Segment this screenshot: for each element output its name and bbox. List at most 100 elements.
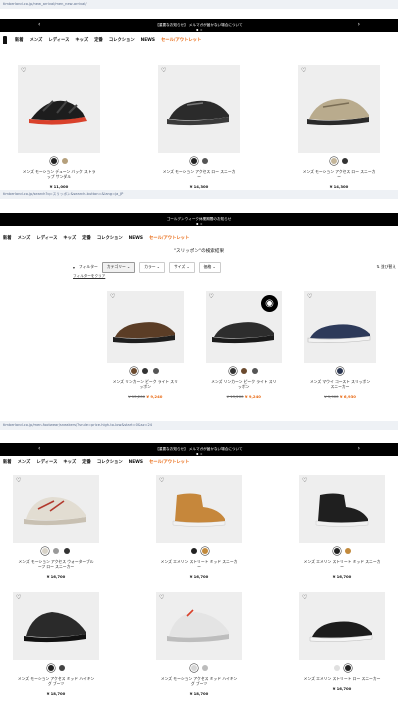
nav-item-men[interactable]: メンズ — [18, 459, 31, 465]
product-image[interactable]: ♡ — [13, 475, 99, 543]
nav-item-news[interactable]: NEWS — [129, 236, 143, 241]
product-name[interactable]: メンズ マウイ コースト スリッポン スニーカー — [304, 379, 376, 389]
color-swatch[interactable] — [333, 665, 340, 671]
chevron-right-icon[interactable]: › — [358, 445, 360, 452]
color-swatch[interactable] — [341, 158, 348, 164]
color-swatch[interactable] — [58, 665, 65, 671]
color-swatch[interactable] — [142, 368, 149, 374]
nav-item-new[interactable]: 新着 — [3, 459, 12, 465]
nav-item-women[interactable]: レディース — [36, 459, 57, 465]
color-swatch[interactable] — [131, 368, 138, 374]
filter-category[interactable]: カテゴリー ⌄ — [101, 261, 136, 273]
color-swatch[interactable] — [201, 665, 208, 671]
color-swatch[interactable] — [64, 548, 70, 554]
product-card[interactable]: ♡ メンズ モーション アクセス ロー スニーカー ¥ 14,300 — [298, 65, 380, 189]
color-swatch[interactable] — [337, 368, 343, 374]
nav-item-men[interactable]: メンズ — [18, 235, 31, 241]
wishlist-heart-icon[interactable]: ♡ — [21, 68, 26, 74]
address-bar[interactable]: timberland.co.jp/men-footwear/sneakers/?… — [0, 421, 398, 430]
filter-color[interactable]: カラー ⌄ — [139, 261, 165, 273]
product-card[interactable]: ♡ メンズ エメリン ストリート ミッド スニーカー ¥ 16,700 — [156, 475, 242, 579]
timberland-logo-icon[interactable] — [3, 36, 7, 44]
filter-price[interactable]: 価格 ⌄ — [198, 261, 221, 273]
wishlist-heart-icon[interactable]: ♡ — [110, 294, 115, 300]
nav-item-collection[interactable]: コレクション — [97, 235, 123, 241]
color-swatch[interactable] — [42, 548, 48, 554]
color-swatch[interactable] — [229, 368, 236, 374]
nav-item-news[interactable]: NEWS — [141, 38, 155, 43]
chevron-right-icon[interactable]: › — [358, 21, 360, 28]
nav-item-sale[interactable]: セール/アウトレット — [161, 37, 201, 43]
product-card[interactable]: ♡ ◉ メンズ リンカーン ピーク ライト スリッポン ¥ 13,200 ¥ 9… — [205, 291, 283, 399]
banner-text[interactable]: 【重要なお知らせ】 メルマガが届かない場合について — [155, 23, 242, 28]
product-name[interactable]: メンズ モーション アクセス ロー スニーカー — [158, 169, 240, 179]
product-image[interactable]: ♡ — [18, 65, 100, 153]
nav-item-women[interactable]: レディース — [48, 37, 69, 43]
nav-item-collection[interactable]: コレクション — [97, 459, 123, 465]
product-name[interactable]: メンズ エメリン ストリート ミッド スニーカー — [156, 559, 242, 569]
color-swatch[interactable] — [201, 548, 208, 554]
color-swatch[interactable] — [47, 665, 54, 671]
announcement-banner[interactable]: ‹ 【重要なお知らせ】 メルマガが届かない場合について › — [0, 19, 398, 32]
product-card[interactable]: ♡ メンズ モーション アクセス ロー スニーカー ¥ 14,300 — [158, 65, 240, 189]
nav-item-men[interactable]: メンズ — [30, 37, 43, 43]
product-image[interactable]: ♡ — [156, 592, 242, 660]
product-image[interactable]: ♡ — [299, 475, 385, 543]
wishlist-heart-icon[interactable]: ♡ — [302, 478, 307, 484]
nav-item-classics[interactable]: 定番 — [94, 37, 103, 43]
nav-item-kids[interactable]: キッズ — [75, 37, 88, 43]
product-name[interactable]: メンズ モーション デューン バック ストラップ サンダル — [18, 169, 100, 179]
nav-item-women[interactable]: レディース — [36, 235, 57, 241]
color-swatch[interactable] — [240, 368, 247, 374]
product-card[interactable]: ♡ メンズ モーション デューン バック ストラップ サンダル ¥ 11,000 — [18, 65, 100, 189]
nav-item-classics[interactable]: 定番 — [82, 235, 91, 241]
product-card[interactable]: ♡ メンズ エメリン ストリート ロー スニーカー ¥ 16,700 — [299, 592, 385, 696]
nav-item-new[interactable]: 新着 — [15, 37, 24, 43]
product-image[interactable]: ♡ — [304, 291, 376, 363]
wishlist-heart-icon[interactable]: ♡ — [16, 595, 21, 601]
color-swatch[interactable] — [50, 158, 57, 164]
product-name[interactable]: メンズ エメリン ストリート ロー スニーカー — [299, 676, 385, 681]
wishlist-heart-icon[interactable]: ♡ — [301, 68, 306, 74]
color-swatch[interactable] — [251, 368, 258, 374]
wishlist-heart-icon[interactable]: ♡ — [307, 294, 312, 300]
product-image[interactable]: ♡ ◉ — [205, 291, 282, 363]
wishlist-heart-icon[interactable]: ♡ — [161, 68, 166, 74]
color-swatch[interactable] — [53, 548, 59, 554]
nav-item-classics[interactable]: 定番 — [82, 459, 91, 465]
product-image[interactable]: ♡ — [158, 65, 240, 153]
nav-item-collection[interactable]: コレクション — [109, 37, 135, 43]
sort-dropdown[interactable]: ⇅ 並び替え — [376, 264, 396, 270]
announcement-banner[interactable]: ‹ 【重要なお知らせ】 メルマガが届かない場合について › — [0, 443, 398, 456]
nav-item-new[interactable]: 新着 — [3, 235, 12, 241]
product-card[interactable]: ♡ メンズ エメリン ストリート ミッド スニーカー ¥ 16,700 — [299, 475, 385, 579]
product-name[interactable]: メンズ モーション アクセス ミッド ハイキング ブーツ — [156, 676, 242, 686]
color-swatch[interactable] — [190, 665, 197, 671]
color-swatch[interactable] — [190, 548, 197, 554]
product-card[interactable]: ♡ メンズ モーション アクセス ウォーターブルーフ ロー スニーカー ¥ 16… — [13, 475, 99, 579]
product-name[interactable]: メンズ モーション アクセス ウォーターブルーフ ロー スニーカー — [13, 559, 99, 569]
product-image[interactable]: ♡ — [13, 592, 99, 660]
product-card[interactable]: ♡ メンズ モーション アクセス ミッド ハイキング ブーツ ¥ 18,700 — [13, 592, 99, 696]
product-image[interactable]: ♡ — [299, 592, 385, 660]
product-name[interactable]: メンズ リンカーン ピーク ライト スリッポン — [107, 379, 184, 389]
wishlist-heart-icon[interactable]: ♡ — [159, 478, 164, 484]
product-image[interactable]: ♡ — [156, 475, 242, 543]
banner-text[interactable]: ゴールデンウィーク休業期間のお知らせ — [167, 217, 232, 222]
color-swatch[interactable] — [61, 158, 68, 164]
chevron-left-icon[interactable]: ‹ — [38, 21, 40, 28]
wishlist-heart-icon[interactable]: ♡ — [159, 595, 164, 601]
address-bar[interactable]: timberland.co.jp/search?q=スリッポン&search-b… — [0, 190, 398, 199]
chevron-left-icon[interactable]: ‹ — [38, 445, 40, 452]
address-bar[interactable]: timberland.co.jp/new_arrival/men_new-arr… — [0, 0, 398, 9]
product-card[interactable]: ♡ メンズ マウイ コースト スリッポン スニーカー ¥ 9,900 ¥ 6,9… — [304, 291, 376, 399]
product-name[interactable]: メンズ モーション アクセス ミッド ハイキング ブーツ — [13, 676, 99, 686]
color-swatch[interactable] — [344, 548, 351, 554]
nav-item-sale[interactable]: セール/アウトレット — [149, 459, 189, 465]
clear-filters-link[interactable]: フィルターをクリア — [0, 274, 398, 279]
product-name[interactable]: メンズ リンカーン ピーク ライト スリッポン — [206, 379, 283, 389]
wishlist-heart-icon[interactable]: ♡ — [209, 294, 214, 300]
color-swatch[interactable] — [333, 548, 340, 554]
nav-item-kids[interactable]: キッズ — [63, 459, 76, 465]
filter-button[interactable]: フィルター — [79, 264, 98, 270]
